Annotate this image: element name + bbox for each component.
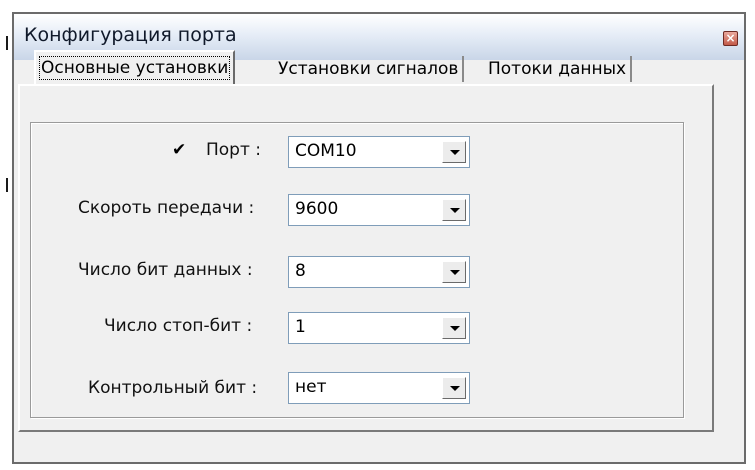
- port-value: COM10: [295, 141, 357, 161]
- stop-bits-value: 1: [295, 317, 306, 337]
- tab-label: Основные установки: [38, 56, 231, 80]
- checkmark-icon: ✔: [172, 140, 187, 160]
- baud-label: Скороть передачи :: [78, 198, 255, 218]
- screen: Конфигурация порта × Основные установки …: [0, 0, 755, 470]
- tab-data-flow[interactable]: Потоки данных: [484, 56, 633, 82]
- dropdown-arrow-icon[interactable]: [442, 377, 466, 399]
- data-bits-select[interactable]: 8: [288, 256, 470, 288]
- stop-bits-label: Число стоп-бит :: [104, 316, 253, 336]
- port-select[interactable]: COM10: [288, 136, 470, 168]
- parity-select[interactable]: нет: [288, 372, 470, 404]
- edge-mark: [6, 36, 8, 50]
- stop-bits-select[interactable]: 1: [288, 312, 470, 344]
- close-icon[interactable]: ×: [723, 31, 738, 46]
- tab-label: Потоки данных: [488, 59, 627, 79]
- data-bits-value: 8: [295, 261, 306, 281]
- tab-label: Установки сигналов: [278, 59, 459, 79]
- port-label: Порт :: [206, 140, 262, 160]
- dropdown-arrow-icon[interactable]: [442, 317, 466, 339]
- baud-select[interactable]: 9600: [288, 194, 470, 226]
- window-title: Конфигурация порта: [24, 24, 237, 46]
- data-bits-label: Число бит данных :: [78, 260, 253, 280]
- dropdown-arrow-icon[interactable]: [442, 261, 466, 283]
- tab-basic-settings[interactable]: Основные установки: [34, 50, 236, 84]
- tab-signal-settings[interactable]: Установки сигналов: [274, 56, 465, 82]
- baud-value: 9600: [295, 199, 339, 219]
- dropdown-arrow-icon[interactable]: [442, 141, 466, 163]
- edge-mark: [6, 178, 8, 192]
- dropdown-arrow-icon[interactable]: [442, 199, 466, 221]
- parity-label: Контрольный бит :: [88, 378, 258, 398]
- parity-value: нет: [295, 377, 327, 397]
